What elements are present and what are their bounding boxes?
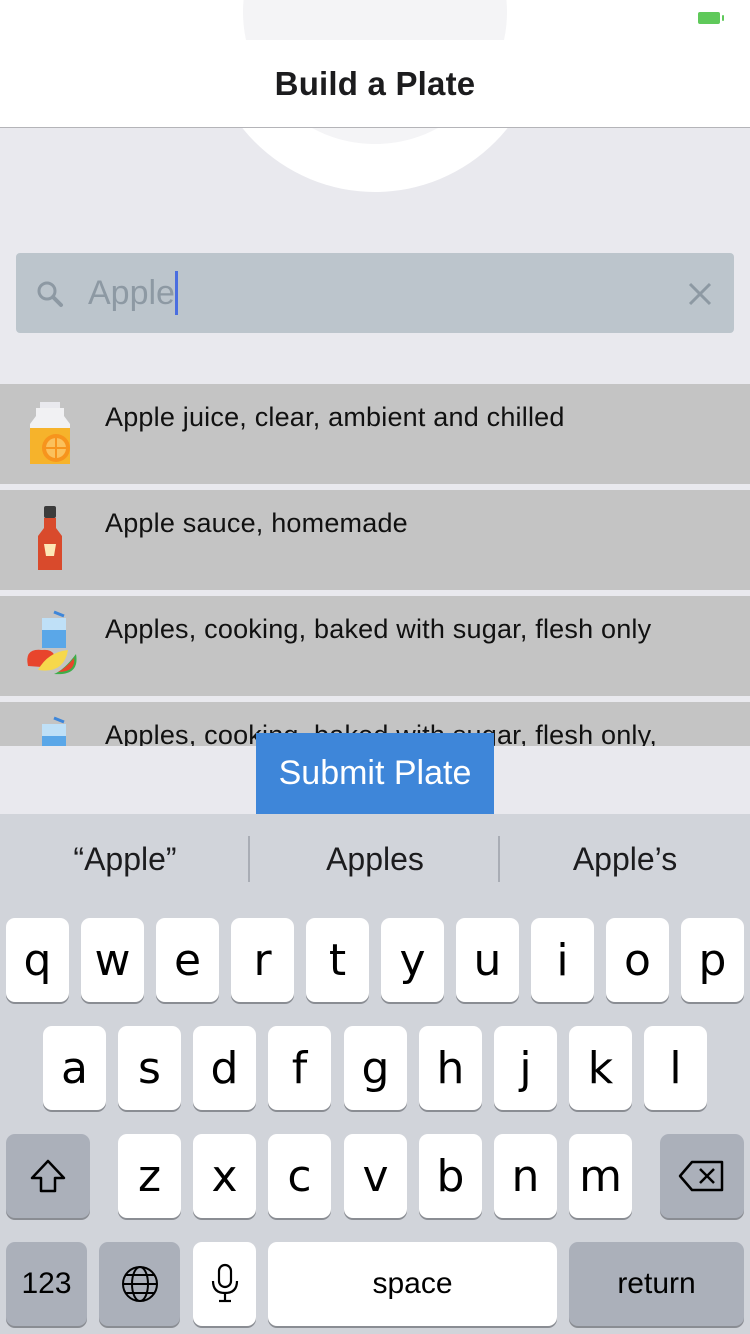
- key-r[interactable]: r: [231, 918, 294, 1002]
- globe-icon: [121, 1266, 158, 1302]
- key-o[interactable]: o: [606, 918, 669, 1002]
- result-label: Apples, cooking, baked with sugar, flesh…: [105, 614, 652, 644]
- backspace-icon: [678, 1160, 724, 1192]
- dictation-key[interactable]: [193, 1242, 256, 1326]
- results-list: Apple juice, clear, ambient and chilled …: [0, 384, 750, 746]
- key-s[interactable]: s: [118, 1026, 181, 1110]
- key-b[interactable]: b: [419, 1134, 482, 1218]
- microphone-icon: [211, 1263, 238, 1303]
- list-item[interactable]: Apples, cooking, baked with sugar, flesh…: [0, 596, 750, 696]
- key-d[interactable]: d: [193, 1026, 256, 1110]
- keyboard: “Apple” Apples Apple’s q w e r t y u i o…: [0, 814, 750, 1334]
- key-e[interactable]: e: [156, 918, 219, 1002]
- suggestion-item[interactable]: Apple’s: [500, 814, 750, 904]
- key-a[interactable]: a: [43, 1026, 106, 1110]
- suggestion-item[interactable]: Apples: [250, 814, 500, 904]
- battery-icon: [698, 12, 724, 24]
- key-m[interactable]: m: [569, 1134, 632, 1218]
- key-k[interactable]: k: [569, 1026, 632, 1110]
- sauce-bottle-icon: [38, 506, 62, 570]
- numbers-key[interactable]: 123: [6, 1242, 87, 1326]
- key-g[interactable]: g: [344, 1026, 407, 1110]
- globe-key[interactable]: [99, 1242, 180, 1326]
- key-h[interactable]: h: [419, 1026, 482, 1110]
- search-input-text: Apple: [88, 274, 175, 312]
- search-icon: [37, 281, 63, 307]
- suggestion-bar: “Apple” Apples Apple’s: [0, 814, 750, 904]
- key-f[interactable]: f: [268, 1026, 331, 1110]
- key-c[interactable]: c: [268, 1134, 331, 1218]
- key-u[interactable]: u: [456, 918, 519, 1002]
- fruit-drink-icon: [42, 716, 66, 746]
- navigation-bar: Build a Plate: [0, 40, 750, 128]
- list-item[interactable]: Apple juice, clear, ambient and chilled: [0, 384, 750, 484]
- result-label: Apple juice, clear, ambient and chilled: [105, 402, 565, 432]
- key-t[interactable]: t: [306, 918, 369, 1002]
- key-z[interactable]: z: [118, 1134, 181, 1218]
- key-y[interactable]: y: [381, 918, 444, 1002]
- submit-plate-button[interactable]: Submit Plate: [256, 733, 494, 814]
- fruit-drink-icon: [27, 610, 77, 675]
- text-caret: [174, 271, 178, 315]
- key-w[interactable]: w: [81, 918, 144, 1002]
- key-n[interactable]: n: [494, 1134, 557, 1218]
- key-p[interactable]: p: [681, 918, 744, 1002]
- return-key[interactable]: return: [569, 1242, 744, 1326]
- juice-icon: [30, 402, 70, 464]
- key-l[interactable]: l: [644, 1026, 707, 1110]
- key-i[interactable]: i: [531, 918, 594, 1002]
- list-item[interactable]: Apple sauce, homemade: [0, 490, 750, 590]
- space-key[interactable]: space: [268, 1242, 557, 1326]
- key-v[interactable]: v: [344, 1134, 407, 1218]
- suggestion-item[interactable]: “Apple”: [0, 814, 250, 904]
- key-j[interactable]: j: [494, 1026, 557, 1110]
- shift-icon: [30, 1159, 66, 1193]
- delete-key[interactable]: [660, 1134, 744, 1218]
- search-input[interactable]: Apple: [88, 270, 178, 316]
- page-title: Build a Plate: [274, 64, 476, 102]
- shift-key[interactable]: [6, 1134, 90, 1218]
- result-label: Apple sauce, homemade: [105, 508, 408, 538]
- key-q[interactable]: q: [6, 918, 69, 1002]
- key-x[interactable]: x: [193, 1134, 256, 1218]
- clear-icon[interactable]: [686, 280, 714, 308]
